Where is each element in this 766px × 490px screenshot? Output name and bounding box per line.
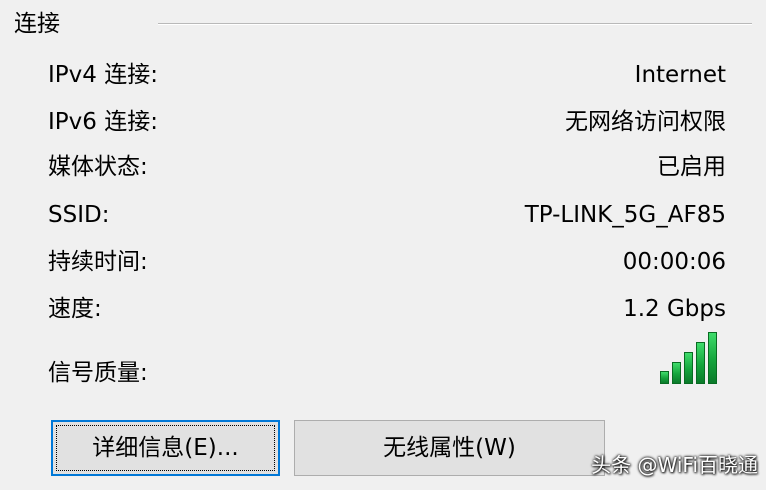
signal-bar bbox=[672, 362, 681, 384]
signal-bar bbox=[708, 332, 717, 384]
ipv4-connectivity-value: Internet bbox=[634, 62, 726, 88]
ipv6-connectivity-label: IPv6 连接: bbox=[48, 109, 158, 135]
wireless-properties-button[interactable]: 无线属性(W) bbox=[294, 420, 605, 476]
duration-label: 持续时间: bbox=[48, 249, 148, 275]
signal-quality-label: 信号质量: bbox=[48, 360, 148, 386]
ipv4-connectivity-label: IPv4 连接: bbox=[48, 62, 158, 88]
group-divider bbox=[158, 23, 752, 25]
ssid-label: SSID: bbox=[48, 202, 110, 228]
speed-value: 1.2 Gbps bbox=[623, 296, 726, 322]
watermark: 头条 @WiFi百晓通 bbox=[591, 453, 758, 477]
signal-bar bbox=[660, 371, 669, 384]
details-button[interactable]: 详细信息(E)... bbox=[51, 420, 280, 476]
signal-bar bbox=[696, 342, 705, 384]
group-title: 连接 bbox=[14, 11, 60, 37]
signal-bar bbox=[684, 352, 693, 384]
media-state-label: 媒体状态: bbox=[48, 154, 148, 180]
speed-label: 速度: bbox=[48, 296, 102, 322]
ssid-value: TP-LINK_5G_AF85 bbox=[524, 202, 726, 228]
signal-strength-icon bbox=[656, 330, 722, 384]
duration-value: 00:00:06 bbox=[622, 249, 726, 275]
media-state-value: 已启用 bbox=[657, 154, 726, 180]
ipv6-connectivity-value: 无网络访问权限 bbox=[565, 109, 726, 135]
